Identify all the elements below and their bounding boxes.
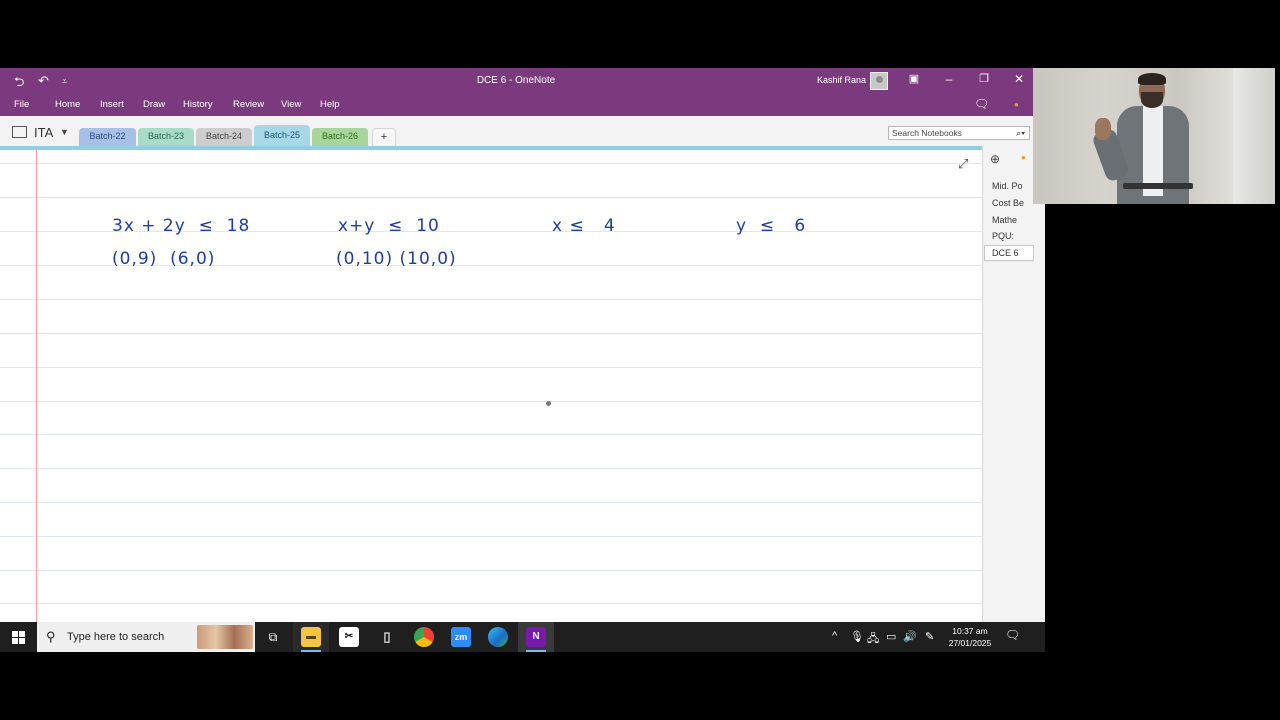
file-explorer-icon[interactable]: ▬ [301,627,321,647]
menu-insert[interactable]: Insert [100,99,124,110]
network-icon[interactable]: 🖧 [867,630,879,649]
ink-inequality-3: x ≤ 4 [552,216,616,236]
clock-date: 27/01/2025 [948,638,992,648]
usb-drive-icon[interactable]: ▯ [377,627,397,647]
ruled-line [0,333,982,334]
ink-points-2: (0,10) (10,0) [336,249,457,269]
search-notebooks-input[interactable]: Search Notebooks ⌕▾ [888,126,1030,140]
active-indicator [526,650,546,652]
avatar[interactable] [870,72,888,90]
pen-icon[interactable]: ✎ [925,630,934,643]
microphone-icon[interactable]: 🎙 [850,630,864,643]
ruled-line [0,367,982,368]
comments-icon[interactable]: 🗨 [974,97,989,111]
ruled-line [0,401,982,402]
restore-button[interactable]: ❐ [974,72,994,85]
menu-draw[interactable]: Draw [143,99,165,110]
presenter-hair [1138,73,1166,85]
tab-batch-23[interactable]: Batch-23 [138,128,194,146]
menu-help[interactable]: Help [320,99,340,110]
tab-batch-26[interactable]: Batch-26 [312,128,368,146]
page-item[interactable]: Mathe [992,215,1017,225]
ruled-line [0,197,982,198]
notebook-icon[interactable] [12,126,27,138]
zoom-icon[interactable]: zm [451,627,471,647]
battery-icon[interactable]: ▭ [886,630,896,643]
ruled-line [0,536,982,537]
tab-batch-22[interactable]: Batch-22 [79,128,136,146]
presenter-tablet [1123,183,1193,189]
search-placeholder: Search Notebooks [892,128,962,138]
ribbon-menu: File Home Insert Draw History Review Vie… [0,94,1045,116]
ink-inequality-1: 3x + 2y ≤ 18 [112,216,251,236]
onenote-window: ⮌ ↶ ⩡ DCE 6 - OneNote Kashif Rana ▣ – ❐ … [0,68,1045,652]
close-button[interactable]: ✕ [1009,72,1029,86]
taskbar: ⚲ Type here to search ⧉ ▬ ✂ ▯ zm N ^ 🎙 🖧… [0,622,1045,652]
search-highlight-image [197,625,253,649]
ruled-line [0,299,982,300]
clock[interactable]: 10:37 am 27/01/2025 [944,625,996,649]
webcam-overlay [1033,68,1275,204]
search-icon: ⚲ [46,629,56,644]
notification-dot-icon[interactable]: ● [1014,100,1019,109]
minimize-button[interactable]: – [939,72,959,86]
tab-batch-24[interactable]: Batch-24 [196,128,252,146]
chrome-icon[interactable] [414,627,434,647]
add-section-button[interactable]: + [372,128,396,146]
ribbon-display-icon[interactable]: ▣ [904,72,924,85]
page-item[interactable]: Mid. Po [992,181,1023,191]
taskbar-search-box[interactable]: ⚲ Type here to search [37,622,255,652]
tab-batch-25[interactable]: Batch-25 [254,125,310,146]
menu-home[interactable]: Home [55,99,80,110]
notebook-name[interactable]: ITA [34,125,53,140]
page-list: ⊕ ● Mid. Po Cost Be Mathe PQU: DCE 6 [982,146,1045,622]
active-indicator [301,650,321,652]
chevron-up-icon[interactable]: ^ [832,630,837,642]
pen-cursor [546,401,551,406]
title-bar: ⮌ ↶ ⩡ DCE 6 - OneNote Kashif Rana ▣ – ❐ … [0,68,1045,94]
ink-inequality-4: y ≤ 6 [736,216,807,236]
ink-points-1: (0,9) (6,0) [112,249,216,269]
ruled-line [0,570,982,571]
search-icon[interactable]: ⌕▾ [1016,127,1025,139]
taskbar-search-text: Type here to search [67,631,165,643]
section-tabs-bar: ITA ▼ Batch-22 Batch-23 Batch-24 Batch-2… [0,116,1045,146]
page-item-current[interactable]: DCE 6 [992,248,1019,258]
ruled-line [0,468,982,469]
page-item[interactable]: Cost Be [992,198,1024,208]
margin-line [36,150,37,622]
menu-review[interactable]: Review [233,99,264,110]
capcut-icon[interactable]: ✂ [339,627,359,647]
clock-time: 10:37 am [952,626,988,636]
ruled-line [0,434,982,435]
ruled-line [0,163,982,164]
windows-start-icon[interactable] [12,631,25,644]
presenter-beard [1141,92,1163,108]
user-name[interactable]: Kashif Rana [817,75,866,85]
volume-icon[interactable]: 🔊 [903,630,917,643]
ruled-line [0,502,982,503]
notifications-icon[interactable]: 🗨 [1005,628,1020,642]
ruled-line [0,603,982,604]
webcam-window-bg [1233,68,1275,204]
presenter-hand [1095,118,1111,140]
onenote-icon[interactable]: N [526,627,546,647]
chevron-down-icon[interactable]: ▼ [60,127,69,137]
menu-history[interactable]: History [183,99,213,110]
menu-file[interactable]: File [14,99,29,110]
page-item[interactable]: PQU: [992,231,1014,241]
task-view-icon[interactable]: ⧉ [263,627,283,647]
menu-view[interactable]: View [281,99,301,110]
edge-icon[interactable] [488,627,508,647]
add-page-icon[interactable]: ⊕ [990,152,1000,166]
ink-inequality-2: x+y ≤ 10 [338,216,440,236]
sort-icon[interactable]: ● [1021,153,1026,162]
page-canvas[interactable]: ⤢ 3x + 2y ≤ 18 (0,9) (6,0) x+y ≤ 10 (0,1… [0,150,982,622]
expand-icon[interactable]: ⤢ [958,156,968,172]
